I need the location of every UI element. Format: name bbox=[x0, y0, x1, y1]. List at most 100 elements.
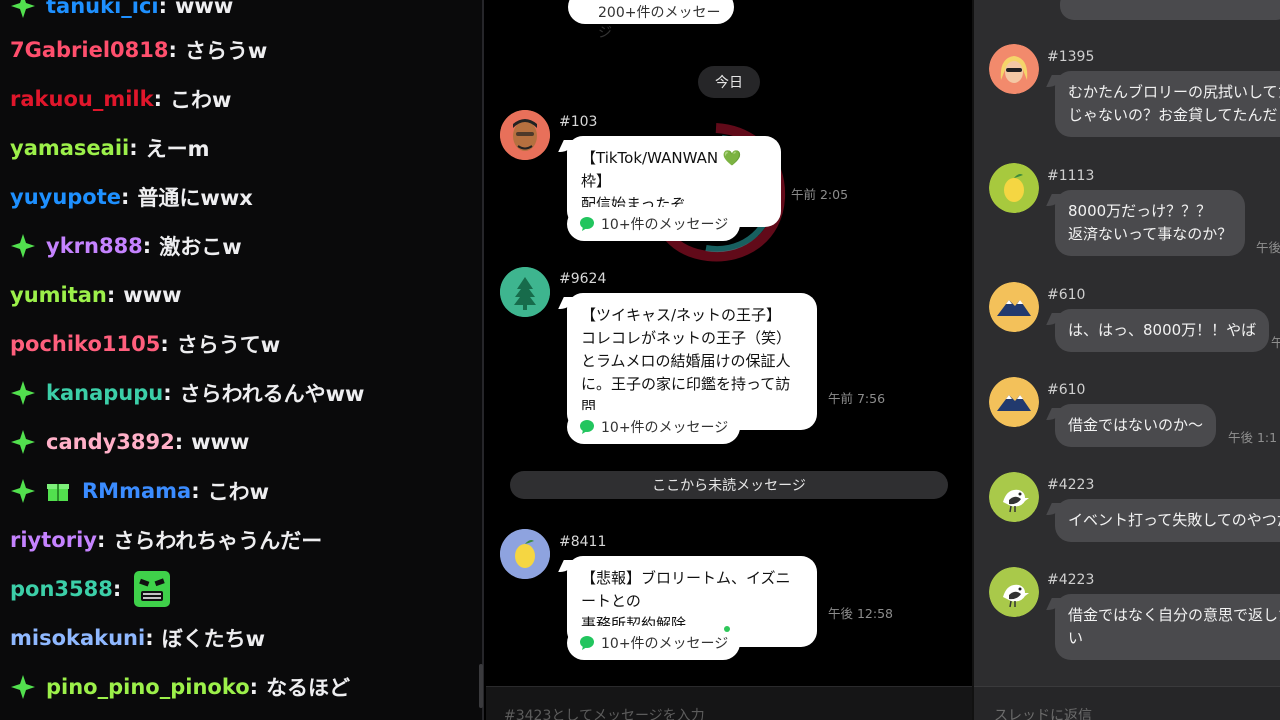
gift-badge-icon bbox=[46, 479, 70, 503]
speech-bubble-icon bbox=[580, 420, 594, 434]
chat-username[interactable]: yumitan bbox=[10, 283, 107, 307]
panel-border bbox=[482, 0, 484, 720]
reply-bubble[interactable]: むかたんブロリーの尻拭いしてたん じゃないの？お金貸してたんだし。 bbox=[1055, 71, 1280, 137]
sparkle-badge-icon bbox=[10, 233, 36, 259]
chat-message: こわw bbox=[207, 480, 269, 504]
chat-colon: : bbox=[129, 136, 138, 160]
chat-username[interactable]: yuyupote bbox=[10, 185, 121, 209]
reply-line: 借金ではないのか〜 bbox=[1068, 416, 1204, 434]
reply-line: 返済ないって事なのか？ bbox=[1068, 225, 1233, 243]
thread-reply-input[interactable]: スレッドに返信 bbox=[974, 686, 1280, 720]
thread-replies-button[interactable]: 10+件のメッセージ bbox=[567, 207, 741, 241]
member-number: #8411 bbox=[559, 534, 607, 550]
member-number: #4223 bbox=[1047, 477, 1095, 493]
reply-bubble[interactable]: 借金ではないのか〜 bbox=[1055, 404, 1217, 447]
chat-username[interactable]: misokakuni bbox=[10, 626, 145, 650]
message-line: 【悲報】ブロリートム、イズニートとの bbox=[581, 569, 791, 610]
message-line: コレコレがネットの王子（笑） bbox=[581, 329, 792, 347]
chat-message: こわw bbox=[169, 88, 232, 112]
chat-message: なるほど bbox=[266, 676, 351, 700]
chat-line: candy3892: www bbox=[10, 422, 249, 462]
reply-bubble[interactable]: は、はっ、8000万！！やば bbox=[1055, 309, 1270, 352]
thread-replies-button[interactable]: 10+件のメッセージ bbox=[567, 410, 741, 444]
mountain-avatar[interactable] bbox=[989, 282, 1039, 332]
reply-bubble[interactable]: 8000万だっけ？？？ 返済ないって事なのか？ bbox=[1055, 190, 1246, 256]
chat-colon: : bbox=[96, 528, 106, 552]
twitch-chat-panel[interactable]: tanuki_ici: www 7Gabriel0818: さらうw rakuou_… bbox=[0, 0, 484, 720]
thread-count-pill[interactable]: 200+件のメッセージ bbox=[568, 0, 734, 41]
thread-replies-button[interactable]: 10+件のメッセージ bbox=[567, 626, 741, 660]
speech-bubble-icon bbox=[580, 636, 594, 650]
reply-line: むかたんブロリーの尻拭いしてたん bbox=[1068, 83, 1280, 101]
reply-bubble[interactable]: イベント打って失敗してのやつだな bbox=[1055, 499, 1280, 542]
lemon-avatar[interactable] bbox=[989, 163, 1039, 213]
thread-replies-label: 10+件のメッセージ bbox=[601, 217, 729, 233]
message-time: 午後 12:58 bbox=[828, 606, 893, 621]
reply-time: 午後 bbox=[1256, 240, 1280, 255]
bird-avatar[interactable] bbox=[989, 567, 1039, 617]
chat-username[interactable]: pino_pino_pinoko bbox=[46, 675, 250, 699]
member-number: #4223 bbox=[1047, 572, 1095, 588]
sparkle-badge-icon bbox=[10, 429, 36, 455]
reply-time: 午 bbox=[1271, 335, 1280, 350]
sparkle-badge-icon bbox=[10, 0, 36, 19]
blonde-avatar[interactable] bbox=[989, 44, 1039, 94]
reply-bubble-partial bbox=[1060, 0, 1280, 20]
chat-colon: : bbox=[158, 0, 168, 18]
chat-message: さらわれちゃうんだー bbox=[113, 529, 323, 553]
speech-bubble-icon bbox=[580, 217, 594, 231]
angry-emote-icon bbox=[133, 570, 171, 608]
thread-replies-label: 10+件のメッセージ bbox=[601, 636, 729, 652]
member-number: #610 bbox=[1047, 382, 1086, 398]
man-avatar[interactable] bbox=[500, 110, 550, 160]
reply-time: 午後 1:1 bbox=[1228, 430, 1278, 445]
sparkle-badge-icon bbox=[10, 674, 36, 700]
tree-avatar[interactable] bbox=[500, 267, 550, 317]
reply-line: 8000万だっけ？？？ bbox=[1068, 202, 1212, 220]
chat-scrollbar[interactable] bbox=[479, 664, 483, 708]
sparkle-badge-icon bbox=[10, 478, 36, 504]
chat-username[interactable]: RMmama bbox=[82, 479, 191, 503]
bird-avatar[interactable] bbox=[989, 472, 1039, 522]
reply-line: い bbox=[1068, 629, 1084, 647]
chat-message: www bbox=[123, 283, 182, 307]
chat-username[interactable]: yamaseaii bbox=[10, 136, 129, 160]
chat-line: pino_pino_pinoko: なるほど bbox=[10, 667, 350, 707]
chat-username[interactable]: pon3588 bbox=[10, 577, 113, 601]
reply-line: じゃないの？お金貸してたんだし。 bbox=[1068, 106, 1280, 124]
chat-line: 7Gabriel0818: さらうw bbox=[10, 30, 267, 70]
chat-colon: : bbox=[121, 185, 130, 209]
reply-line: 借金ではなく自分の意思で返した bbox=[1068, 606, 1280, 624]
chat-username[interactable]: pochiko1105 bbox=[10, 332, 160, 356]
thread-replies-label: 10+件のメッセージ bbox=[601, 420, 729, 436]
chat-colon: : bbox=[142, 234, 152, 258]
chat-message: ぼくたちw bbox=[161, 627, 266, 651]
chat-line: rakuou_milk: こわw bbox=[10, 79, 231, 119]
mountain-avatar[interactable] bbox=[989, 377, 1039, 427]
chat-username[interactable]: candy3892 bbox=[46, 430, 175, 454]
chat-colon: : bbox=[174, 430, 184, 454]
reply-line: イベント打って失敗してのやつだな bbox=[1068, 511, 1280, 529]
chat-colon: : bbox=[112, 577, 122, 601]
message-time: 午前 7:56 bbox=[828, 391, 886, 406]
chat-colon: : bbox=[160, 332, 169, 356]
chat-username[interactable]: kanapupu bbox=[46, 381, 163, 405]
chat-colon: : bbox=[106, 283, 116, 307]
member-number: #1113 bbox=[1047, 168, 1095, 184]
chat-username[interactable]: tanuki_ici bbox=[46, 0, 159, 18]
reply-bubble[interactable]: 借金ではなく自分の意思で返した い bbox=[1055, 594, 1280, 660]
message-input[interactable]: #3423としてメッセージを入力 bbox=[486, 686, 972, 720]
chat-username[interactable]: riytoriy bbox=[10, 528, 97, 552]
chat-username[interactable]: ykrn888 bbox=[46, 234, 143, 258]
chat-username[interactable]: rakuou_milk bbox=[10, 87, 154, 111]
message-line: 【TikTok/WANWAN 💚 枠】 bbox=[581, 149, 742, 190]
line-openchat-panel: 200+件のメッセージ 今日 #103 【TikTok/WANWAN 💚 枠】 … bbox=[486, 0, 972, 720]
member-number: #1395 bbox=[1047, 49, 1095, 65]
chat-message: 激おこw bbox=[159, 235, 242, 259]
lemon-avatar[interactable] bbox=[500, 529, 550, 579]
chat-line: kanapupu: さらわれるんやww bbox=[10, 373, 364, 413]
chat-username[interactable]: 7Gabriel0818 bbox=[10, 38, 169, 62]
unread-messages-divider: ここから未読メッセージ bbox=[510, 471, 948, 499]
chat-line: ykrn888: 激おこw bbox=[10, 226, 242, 266]
chat-message: www bbox=[175, 0, 234, 18]
